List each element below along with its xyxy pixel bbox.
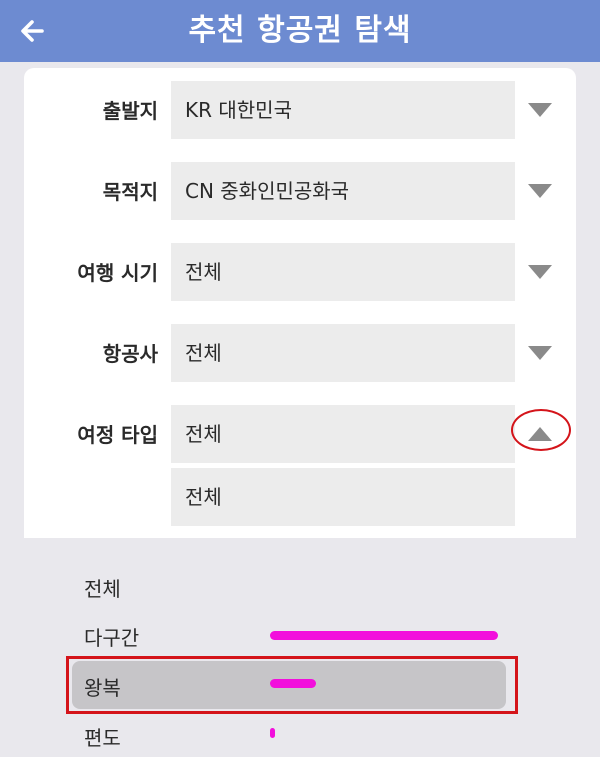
destination-row: 목적지 CN 중화인민공화국 xyxy=(24,162,576,220)
option-label: 다구간 xyxy=(84,626,140,650)
chevron-down-icon[interactable] xyxy=(528,346,552,360)
trip-type-options: 전체 다구간 왕복 편도 xyxy=(24,538,576,757)
airline-label: 항공사 xyxy=(102,342,158,366)
option-one-way[interactable]: 편도 xyxy=(72,711,506,757)
airline-select[interactable]: 전체 xyxy=(171,324,515,382)
travel-period-select[interactable]: 전체 xyxy=(171,243,515,301)
departure-row: 출발지 KR 대한민국 xyxy=(24,81,576,139)
departure-label: 출발지 xyxy=(102,99,158,123)
chevron-down-icon[interactable] xyxy=(528,184,552,198)
search-form: 출발지 KR 대한민국 목적지 CN 중화인민공화국 여행 시기 전체 항공사 … xyxy=(24,68,576,538)
airline-row: 항공사 전체 xyxy=(24,324,576,382)
option-label: 편도 xyxy=(84,726,121,750)
page-title: 추천 항공권 탐색 xyxy=(188,13,412,48)
trip-type-row: 여정 타입 전체 xyxy=(24,405,576,463)
trip-type-secondary-row: 전체 xyxy=(24,468,576,526)
highlighter-mark xyxy=(270,631,498,640)
option-all[interactable]: 전체 xyxy=(72,562,506,610)
highlighter-mark xyxy=(270,679,316,688)
trip-type-select[interactable]: 전체 xyxy=(171,405,515,463)
destination-select[interactable]: CN 중화인민공화국 xyxy=(171,162,515,220)
departure-select[interactable]: KR 대한민국 xyxy=(171,81,515,139)
option-label: 왕복 xyxy=(84,676,121,700)
chevron-down-icon[interactable] xyxy=(528,265,552,279)
travel-period-row: 여행 시기 전체 xyxy=(24,243,576,301)
chevron-up-icon[interactable] xyxy=(528,427,552,441)
trip-type-secondary-field[interactable]: 전체 xyxy=(171,468,515,526)
destination-label: 목적지 xyxy=(102,180,158,204)
trip-type-label: 여정 타입 xyxy=(77,423,158,447)
highlighter-mark xyxy=(270,728,275,738)
option-round-trip[interactable]: 왕복 xyxy=(72,661,506,709)
option-multi-city[interactable]: 다구간 xyxy=(72,611,506,659)
app-header: 추천 항공권 탐색 xyxy=(0,0,600,62)
chevron-down-icon[interactable] xyxy=(528,103,552,117)
option-label: 전체 xyxy=(84,577,121,601)
travel-period-label: 여행 시기 xyxy=(77,261,158,285)
